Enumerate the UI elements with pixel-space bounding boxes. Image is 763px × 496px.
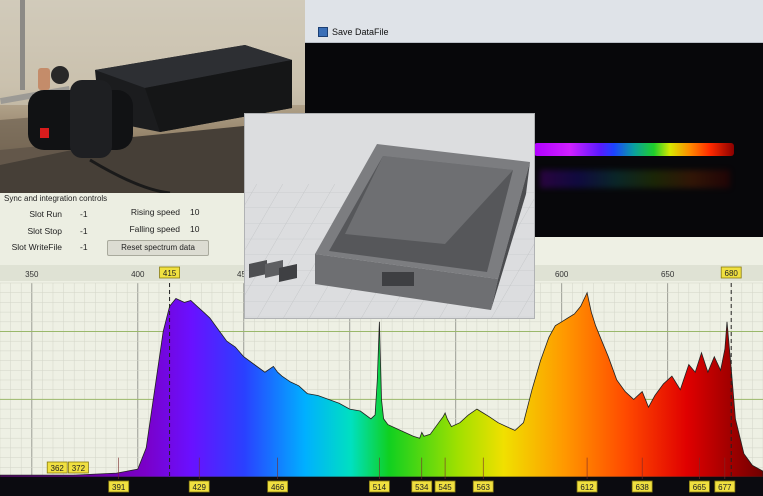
slot-stop-label: Slot Stop [27, 226, 63, 236]
peak-label: 534 [415, 483, 429, 492]
rising-speed-label: Rising speed [130, 207, 180, 217]
cad-render [244, 113, 535, 319]
slot-writefile-label: Slot WriteFile [11, 242, 62, 252]
reset-spectrum-button[interactable]: Reset spectrum data [107, 240, 209, 256]
slot-writefile-value[interactable]: -1 [80, 242, 88, 252]
x-tick-label: 600 [555, 270, 569, 279]
peak-label: 391 [112, 483, 126, 492]
peak-label: 545 [438, 483, 452, 492]
save-datafile-label: Save DataFile [332, 27, 389, 37]
peak-label: 466 [271, 483, 285, 492]
x-tick-label: 350 [25, 270, 39, 279]
top-marker-label: 415 [163, 269, 177, 278]
peak-label: 514 [373, 483, 387, 492]
peak-label: 429 [193, 483, 207, 492]
save-datafile-button[interactable]: Save DataFile [318, 24, 389, 40]
rising-speed-value[interactable]: 10 [190, 207, 199, 217]
peak-label: 612 [580, 483, 594, 492]
bottom-marker-label: 362 [51, 464, 65, 473]
peak-label: 638 [636, 483, 650, 492]
sync-controls-title: Sync and integration controls [4, 194, 108, 203]
peak-label: 563 [477, 483, 491, 492]
top-marker-label: 680 [725, 269, 739, 278]
peak-label: 677 [718, 483, 732, 492]
bottom-marker-label: 372 [72, 464, 86, 473]
slot-run-value[interactable]: -1 [80, 209, 88, 219]
spectrum-reflection-image [540, 170, 730, 188]
falling-speed-value[interactable]: 10 [190, 224, 199, 234]
x-tick-label: 400 [131, 270, 145, 279]
slot-run-label: Slot Run [29, 209, 62, 219]
floppy-disk-icon [318, 27, 328, 37]
spectrum-band-image [534, 143, 734, 156]
x-tick-label: 650 [661, 270, 675, 279]
slot-stop-value[interactable]: -1 [80, 226, 88, 236]
peak-label: 665 [693, 483, 707, 492]
falling-speed-label: Falling speed [129, 224, 180, 234]
